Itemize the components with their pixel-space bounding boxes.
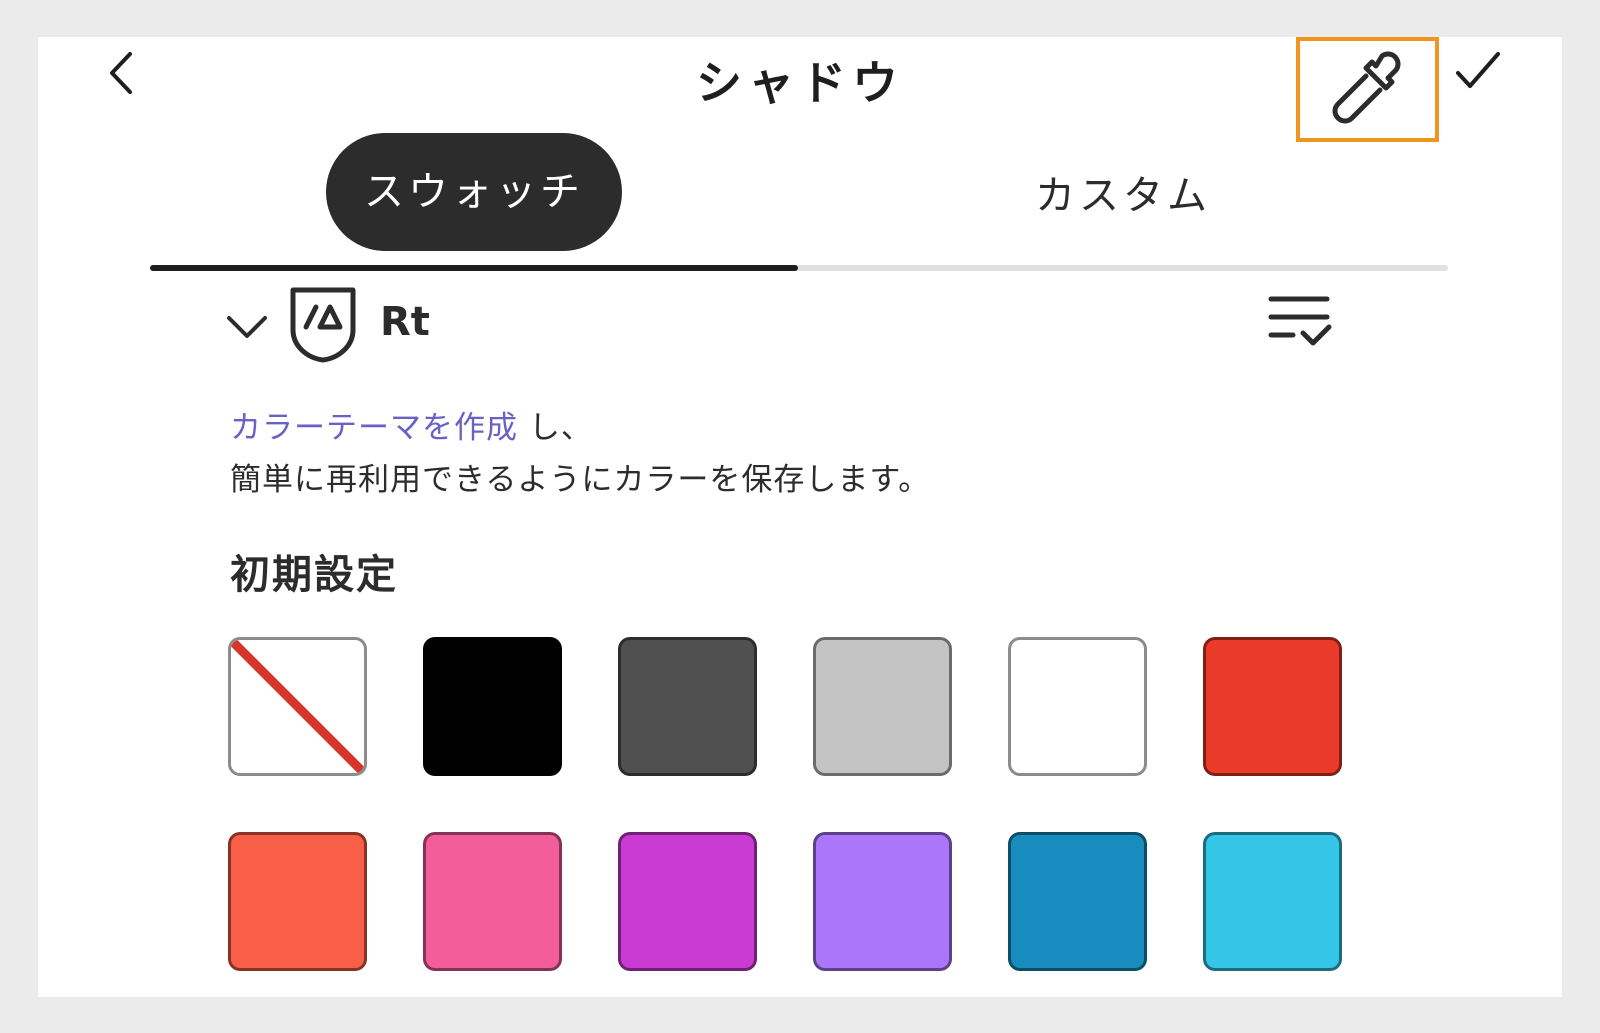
swatch-color[interactable]	[1008, 637, 1147, 776]
no-color-slash-icon	[231, 640, 364, 773]
tab-indicator	[150, 265, 798, 271]
swatch-color[interactable]	[618, 637, 757, 776]
swatch-color[interactable]	[1203, 832, 1342, 971]
tab-bar: スウォッチ カスタム	[150, 133, 1448, 273]
eyedropper-icon	[1332, 51, 1400, 123]
info-text-suffix: し、	[518, 410, 593, 446]
tab-track	[150, 265, 1448, 271]
swatch-color[interactable]	[813, 832, 952, 971]
tab-swatches[interactable]: スウォッチ	[150, 133, 798, 251]
swatch-grid	[228, 637, 1342, 971]
chevron-down-icon	[227, 316, 267, 338]
swatch-color[interactable]	[423, 637, 562, 776]
section-title: 初期設定	[230, 552, 398, 598]
swatch-color[interactable]	[618, 832, 757, 971]
create-theme-link[interactable]: カラーテーマを作成	[230, 410, 518, 446]
tab-swatches-label: スウォッチ	[326, 133, 622, 251]
checkmark-icon	[1456, 52, 1500, 88]
eyedropper-button[interactable]	[1296, 37, 1439, 142]
tab-custom-label: カスタム	[1035, 173, 1211, 219]
swatch-color[interactable]	[813, 637, 952, 776]
swatch-color[interactable]	[1008, 832, 1147, 971]
info-text: カラーテーマを作成 し、 簡単に再利用できるようにカラーを保存します。	[230, 402, 930, 506]
swatch-color[interactable]	[423, 832, 562, 971]
library-expand-button[interactable]	[224, 305, 270, 349]
info-text-line2: 簡単に再利用できるようにカラーを保存します。	[230, 462, 931, 498]
filter-button[interactable]	[1264, 291, 1336, 353]
library-shield-icon	[290, 287, 356, 363]
tab-custom[interactable]: カスタム	[798, 133, 1448, 251]
swatch-none[interactable]	[228, 637, 367, 776]
shadow-color-panel: シャドウ スウォッチ カスタム Rt カラーテーマを作成 し、 簡単に再利用でき…	[38, 37, 1562, 997]
filter-list-icon	[1268, 296, 1332, 346]
swatch-color[interactable]	[1203, 637, 1342, 776]
library-row: Rt	[224, 285, 1354, 369]
library-name: Rt	[380, 299, 430, 345]
swatch-color[interactable]	[228, 832, 367, 971]
confirm-button[interactable]	[1450, 43, 1506, 99]
